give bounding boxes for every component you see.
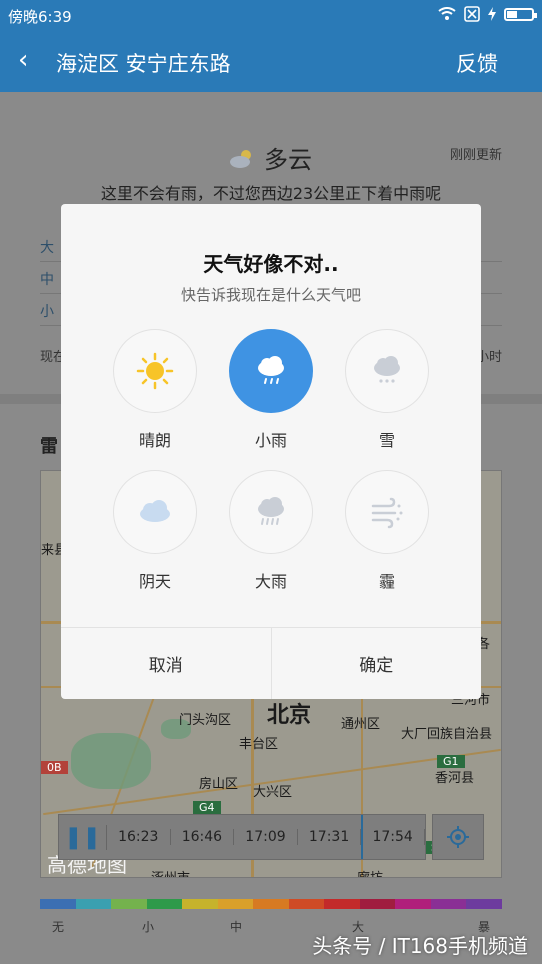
option-label: 阴天	[138, 572, 171, 591]
rain-note: 这里不会有雨，不过您西边23公里正下着中雨呢	[100, 184, 442, 203]
map-label-tongzhou: 通州区	[341, 717, 381, 732]
haze-icon	[371, 497, 403, 529]
map-label-langfang: 廊坊	[357, 867, 383, 877]
condition-text: 多云	[264, 146, 312, 174]
weather-feedback-dialog: 天气好像不对.. 快告诉我现在是什么天气吧 晴朗 小雨 雪 阴天 大雨 霾 取消…	[61, 204, 481, 699]
legend-swatch	[324, 899, 360, 909]
charging-icon	[488, 7, 496, 21]
cancel-button[interactable]: 取消	[61, 628, 272, 699]
locate-icon	[447, 826, 469, 848]
option-circle[interactable]	[229, 470, 313, 554]
time-tick[interactable]: 17:31	[298, 829, 362, 845]
legend-swatch	[359, 899, 396, 909]
option-haze[interactable]: 霾	[345, 470, 429, 592]
heavy-rain-icon	[258, 497, 284, 525]
option-overcast[interactable]: 阴天	[113, 470, 197, 592]
map-label-dachang: 大厂回族自治县	[401, 727, 493, 742]
option-circle[interactable]	[113, 329, 197, 413]
time-tick[interactable]: 16:23	[107, 829, 171, 845]
watermark: 头条号 / IT168手机频道	[312, 934, 528, 958]
map-label-fangshan: 房山区	[199, 777, 239, 792]
current-weather: 多云	[228, 140, 312, 175]
option-heavy-rain[interactable]: 大雨	[229, 470, 313, 592]
legend-swatch	[40, 899, 76, 909]
wifi-icon	[438, 7, 456, 20]
option-circle[interactable]	[113, 470, 197, 554]
pause-button[interactable]: ❚❚	[59, 824, 107, 850]
snow-icon	[374, 356, 400, 383]
app-bar: ‹ 海淀区 安宁庄东路 反馈	[0, 30, 542, 92]
legend-swatch	[217, 899, 254, 909]
legend-swatch	[146, 899, 183, 909]
legend-label: 中	[230, 920, 243, 934]
legend-label: 小	[142, 920, 155, 934]
option-light-rain[interactable]: 小雨	[229, 329, 313, 451]
battery-icon	[504, 7, 537, 21]
dialog-title: 天气好像不对..	[203, 252, 339, 276]
radar-title: 雷	[40, 436, 58, 457]
map-label-fengtai: 丰台区	[239, 737, 279, 752]
time-tick[interactable]: 17:54	[361, 829, 425, 845]
dialog-actions: 取消 确定	[61, 627, 481, 699]
time-tick[interactable]: 16:46	[171, 829, 235, 845]
option-label: 晴朗	[138, 431, 171, 450]
legend-swatch	[430, 899, 467, 909]
legend-swatch	[182, 899, 218, 909]
no-sim-icon	[464, 6, 480, 22]
legend-swatch	[111, 899, 147, 909]
option-snow[interactable]: 雪	[345, 329, 429, 451]
highway-g1: G1	[437, 755, 465, 768]
map-label-zhuozhou: 涿州市	[151, 867, 190, 877]
precip-legend-bar	[40, 899, 502, 909]
legend-swatch	[288, 899, 325, 909]
option-circle[interactable]	[345, 470, 429, 554]
highway-0b: 0B	[41, 761, 68, 774]
option-sunny[interactable]: 晴朗	[113, 329, 197, 451]
updated-label: 刚刚更新	[449, 148, 502, 163]
option-circle[interactable]	[345, 329, 429, 413]
option-label: 大雨	[254, 572, 287, 591]
option-circle-selected[interactable]	[229, 329, 313, 413]
option-label: 霾	[378, 572, 395, 591]
map-label-beijing: 北京	[267, 703, 312, 728]
light-rain-icon	[258, 356, 284, 384]
confirm-button[interactable]: 确定	[272, 628, 482, 699]
timeline-cursor[interactable]	[361, 815, 363, 859]
highway-g4: G4	[193, 801, 221, 814]
sun-icon	[136, 352, 174, 390]
feedback-button[interactable]: 反馈	[456, 48, 498, 78]
cloud-icon	[140, 500, 170, 522]
map-label-xianghe: 香河县	[435, 771, 475, 786]
map-label-mentougou: 门头沟区	[179, 713, 232, 728]
legend-swatch	[466, 899, 502, 909]
partly-cloudy-icon	[230, 149, 251, 168]
radar-timeline[interactable]: ❚❚ 16:23 16:46 17:09 17:31 17:54	[58, 814, 426, 860]
time-tick[interactable]: 17:09	[234, 829, 298, 845]
map-label-daxing: 大兴区	[253, 785, 293, 800]
option-label: 雪	[378, 431, 395, 450]
back-button[interactable]: ‹	[18, 46, 28, 74]
locate-button[interactable]	[432, 814, 484, 860]
legend-swatch	[75, 899, 112, 909]
legend-swatch	[395, 899, 431, 909]
dialog-subtitle: 快告诉我现在是什么天气吧	[180, 286, 361, 304]
location-title: 海淀区 安宁庄东路	[56, 52, 231, 76]
status-bar: 傍晚6:39	[0, 0, 542, 30]
legend-label: 无	[52, 920, 65, 934]
option-label: 小雨	[254, 431, 287, 450]
status-time: 傍晚6:39	[8, 8, 72, 26]
legend-swatch	[253, 899, 289, 909]
status-icons	[438, 6, 537, 22]
